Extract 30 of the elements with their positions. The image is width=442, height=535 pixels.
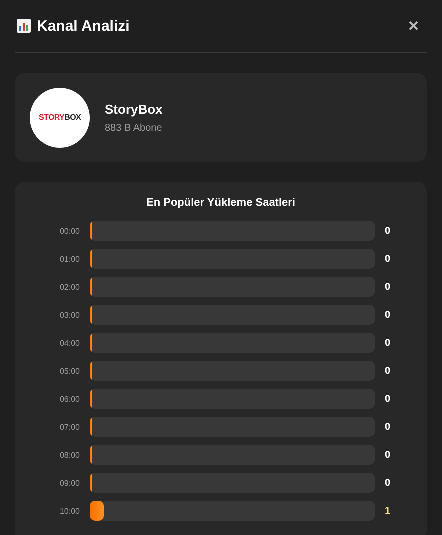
upload-count: 0 bbox=[385, 478, 391, 488]
close-button[interactable]: × bbox=[400, 17, 427, 35]
channel-name: StoryBox bbox=[105, 102, 163, 116]
hour-label: 04:00 bbox=[58, 338, 80, 348]
upload-count: 0 bbox=[385, 254, 391, 264]
upload-count: 0 bbox=[385, 450, 391, 460]
hour-label: 02:00 bbox=[58, 282, 80, 292]
hour-label: 06:00 bbox=[58, 394, 80, 404]
logo-text: STORY bbox=[38, 113, 65, 122]
hour-label: 00:00 bbox=[58, 226, 80, 236]
hour-label: 05:00 bbox=[58, 366, 80, 376]
upload-count: 1 bbox=[385, 506, 391, 516]
hour-label: 03:00 bbox=[58, 310, 80, 320]
hour-label: 10:00 bbox=[58, 506, 80, 516]
hour-label: 01:00 bbox=[58, 254, 80, 264]
chart-title: En Popüler Yükleme Saatleri bbox=[146, 197, 296, 209]
upload-count: 0 bbox=[385, 310, 391, 320]
hour-label: 09:00 bbox=[58, 478, 80, 488]
subscriber-count: 883 B Abone bbox=[105, 122, 163, 134]
upload-count: 0 bbox=[385, 282, 391, 292]
bar-chart-icon bbox=[17, 19, 31, 33]
hour-label: 07:00 bbox=[58, 422, 80, 432]
window-title: Kanal Analizi bbox=[37, 18, 130, 34]
hour-label: 08:00 bbox=[58, 450, 80, 460]
upload-count: 0 bbox=[385, 338, 391, 348]
upload-count: 0 bbox=[385, 394, 391, 404]
logo-text: BOX bbox=[64, 113, 82, 122]
upload-count: 0 bbox=[385, 366, 391, 376]
upload-count: 0 bbox=[385, 226, 391, 236]
upload-count: 0 bbox=[385, 422, 391, 432]
